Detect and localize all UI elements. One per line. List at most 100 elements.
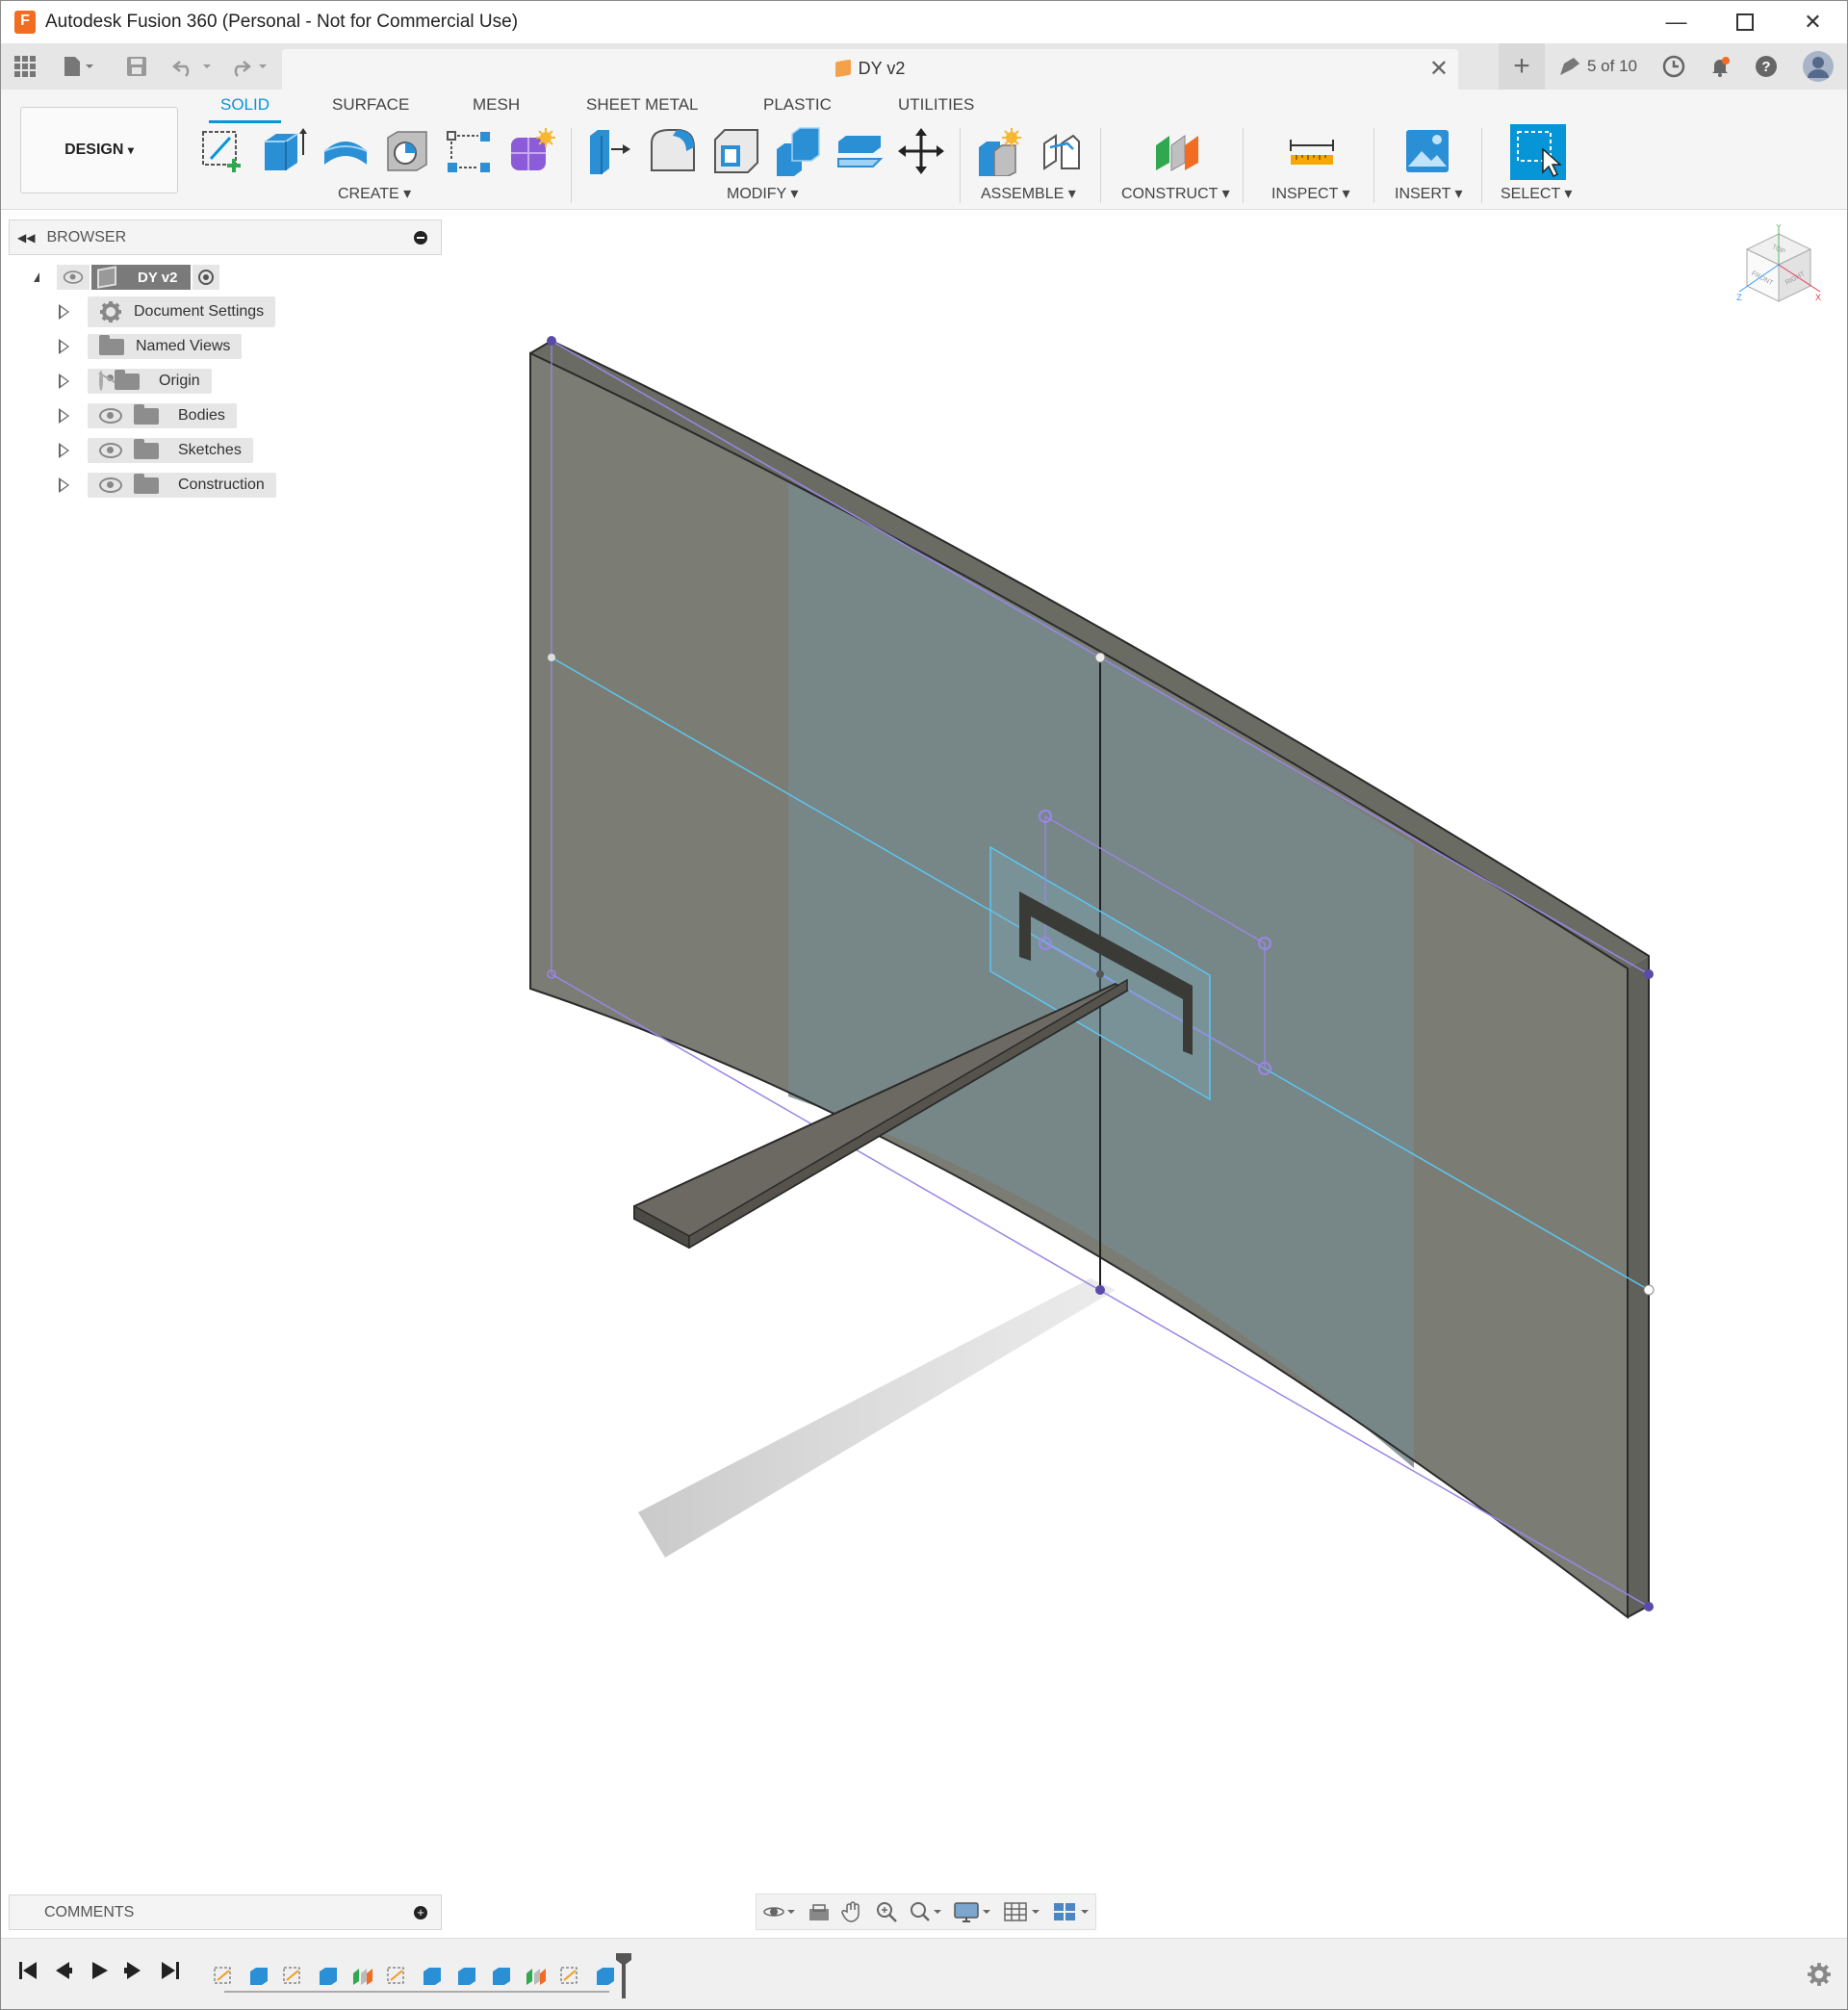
browser-root-node[interactable]: DY v2 [34,263,220,292]
collapse-panel-icon[interactable]: ◀◀ [17,231,35,245]
visibility-eye-icon[interactable] [57,265,90,290]
select-menu[interactable]: SELECT ▾ [1501,184,1572,203]
expand-triangle-icon[interactable] [59,443,72,458]
offset-face-icon[interactable] [834,126,885,176]
fillet-icon[interactable] [648,126,698,176]
tab-utilities[interactable]: UTILITIES [898,95,974,115]
browser-item-construction[interactable]: Construction [59,471,276,500]
timeline-settings-gear-icon[interactable] [1807,1962,1832,1987]
timeline-last-icon[interactable] [157,1960,184,1987]
pan-hand-icon[interactable] [840,1900,864,1923]
visibility-eye-icon[interactable] [99,408,122,424]
expand-triangle-icon[interactable] [59,477,72,493]
hole-icon[interactable] [382,126,432,176]
tab-mesh[interactable]: MESH [473,95,520,115]
file-menu-icon[interactable] [63,43,95,90]
undo-icon[interactable] [172,43,217,90]
grid-settings-icon[interactable] [1003,1900,1041,1923]
insert-menu[interactable]: INSERT ▾ [1395,184,1463,203]
create-form-icon[interactable] [507,126,557,176]
inspect-menu[interactable]: INSPECT ▾ [1271,184,1350,203]
modify-menu[interactable]: MODIFY ▾ [727,184,798,203]
expand-triangle-icon[interactable] [59,374,72,389]
tab-sheet-metal[interactable]: SHEET METAL [586,95,699,115]
orbit-icon[interactable] [762,1901,797,1922]
timeline-extrude-icon[interactable] [421,1964,444,1987]
3d-viewport[interactable] [1,210,1847,1933]
tab-plastic[interactable]: PLASTIC [763,95,832,115]
revolve-icon[interactable] [321,126,371,176]
new-tab-plus-icon[interactable]: + [1499,43,1545,90]
close-icon[interactable]: ✕ [1779,1,1847,43]
timeline-sketch-icon[interactable] [559,1964,582,1987]
timeline-plane-icon[interactable] [351,1964,374,1987]
timeline-extrude-icon[interactable] [594,1964,617,1987]
history-clock-icon[interactable] [1651,43,1697,90]
timeline-marker[interactable] [615,1952,632,2000]
maximize-icon[interactable] [1710,1,1779,43]
shell-icon[interactable] [711,126,761,176]
expand-triangle-icon[interactable] [59,339,72,354]
app-grid-icon[interactable] [14,43,36,90]
timeline-extrude-icon[interactable] [247,1964,270,1987]
save-icon[interactable] [126,43,147,90]
redo-icon[interactable] [228,43,272,90]
offset-plane-icon[interactable] [1152,126,1202,176]
expand-triangle-icon[interactable] [59,304,72,320]
timeline-prev-icon[interactable] [49,1960,76,1987]
user-avatar[interactable] [1789,43,1847,90]
move-copy-icon[interactable] [896,126,946,176]
timeline-extrude-icon[interactable] [455,1964,478,1987]
press-pull-icon[interactable] [584,126,634,176]
display-settings-icon[interactable] [953,1900,992,1923]
measure-icon[interactable] [1287,126,1337,176]
pattern-icon[interactable] [444,126,494,176]
workspace-switcher[interactable]: DESIGN ▾ [20,107,178,193]
insert-image-icon[interactable] [1402,126,1452,176]
browser-item-named-views[interactable]: Named Views [59,332,243,361]
browser-pin-icon[interactable] [414,230,427,245]
timeline-sketch-icon[interactable] [282,1964,305,1987]
activate-radio-icon[interactable] [192,265,220,290]
notifications-bell-icon[interactable] [1697,43,1743,90]
construct-menu[interactable]: CONSTRUCT ▾ [1121,184,1230,203]
viewports-icon[interactable] [1052,1900,1091,1923]
collapse-triangle-icon[interactable] [34,272,39,282]
document-tab[interactable]: DY v2 ✕ [282,49,1458,90]
minimize-icon[interactable]: — [1642,1,1710,43]
visibility-eye-icon[interactable] [99,477,122,493]
comments-panel-header[interactable]: COMMENTS + [9,1894,442,1930]
hidden-eye-icon[interactable] [98,371,121,391]
timeline-first-icon[interactable] [14,1960,41,1987]
browser-item-origin[interactable]: Origin [59,367,212,396]
timeline-plane-icon[interactable] [525,1964,548,1987]
tab-solid[interactable]: SOLID [208,95,282,123]
select-icon[interactable] [1510,124,1566,180]
create-menu[interactable]: CREATE ▾ [338,184,411,203]
create-sketch-icon[interactable] [197,126,247,176]
timeline-play-icon[interactable] [86,1960,113,1987]
extrude-icon[interactable] [259,126,309,176]
timeline-sketch-icon[interactable] [386,1964,409,1987]
look-at-icon[interactable] [808,1901,831,1922]
assemble-menu[interactable]: ASSEMBLE ▾ [981,184,1076,203]
fit-zoom-icon[interactable] [909,1900,943,1923]
visibility-eye-icon[interactable] [99,443,122,458]
joint-icon[interactable] [1037,126,1087,176]
close-tab-icon[interactable]: ✕ [1429,55,1449,83]
timeline-sketch-icon[interactable] [213,1964,236,1987]
new-component-icon[interactable] [975,126,1025,176]
job-status[interactable]: 5 of 10 [1558,56,1637,77]
timeline-next-icon[interactable] [120,1960,147,1987]
zoom-icon[interactable] [875,1900,898,1923]
viewcube[interactable]: TOP FRONT RIGHT Y X Z [1735,224,1822,311]
tab-surface[interactable]: SURFACE [332,95,409,115]
browser-item-sketches[interactable]: Sketches [59,436,253,465]
browser-item-document-settings[interactable]: Document Settings [59,296,276,327]
help-icon[interactable]: ? [1743,43,1789,90]
browser-item-bodies[interactable]: Bodies [59,401,237,430]
combine-icon[interactable] [773,126,823,176]
timeline-extrude-icon[interactable] [317,1964,340,1987]
expand-triangle-icon[interactable] [59,408,72,424]
timeline-extrude-icon[interactable] [490,1964,513,1987]
